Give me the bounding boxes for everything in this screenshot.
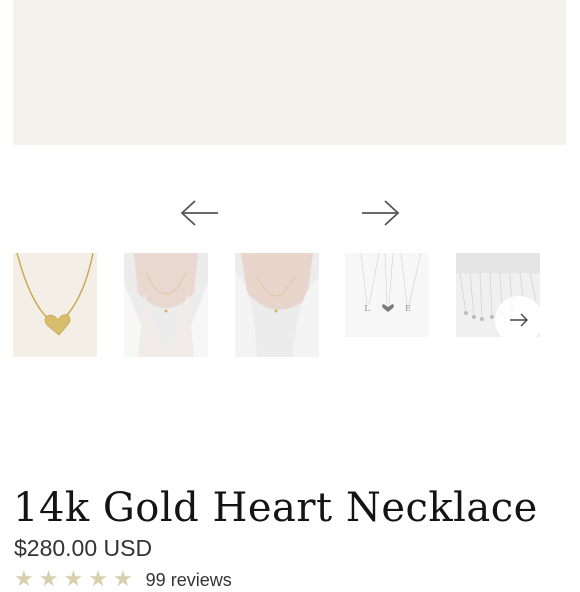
product-price: $280.00 USD — [14, 535, 153, 561]
gallery-prev-button[interactable] — [178, 196, 222, 230]
star-icon: ★ — [88, 567, 108, 592]
model-necklace-image — [124, 253, 208, 357]
star-icon: ★ — [63, 567, 84, 592]
product-main-image — [13, 0, 566, 145]
star-icon: ★ — [38, 567, 59, 592]
gallery-next-button[interactable] — [358, 196, 402, 230]
thumbnail-2[interactable] — [124, 253, 208, 357]
product-title: 14k Gold Heart Necklace — [13, 485, 538, 531]
product-rating[interactable]: ★ ★ ★ ★ ★ 99 reviews — [14, 567, 232, 592]
initial-necklaces-image: L E — [345, 253, 429, 337]
chevron-right-icon — [510, 313, 528, 327]
necklace-heart-image — [13, 253, 97, 357]
thumbnail-3[interactable] — [235, 253, 319, 357]
arrow-left-icon — [180, 200, 218, 226]
thumbnail-strip: L E — [13, 253, 580, 359]
thumbnail-1[interactable] — [13, 253, 97, 357]
svg-text:E: E — [405, 304, 411, 313]
star-icon: ★ — [112, 567, 133, 592]
svg-text:L: L — [364, 304, 370, 313]
star-icon: ★ — [14, 567, 34, 592]
model-necklace-image — [235, 253, 319, 357]
review-count[interactable]: 99 reviews — [146, 570, 232, 590]
arrow-right-icon — [362, 200, 400, 226]
thumbnail-next-button[interactable] — [495, 296, 543, 344]
thumbnail-4[interactable]: L E — [345, 253, 429, 337]
